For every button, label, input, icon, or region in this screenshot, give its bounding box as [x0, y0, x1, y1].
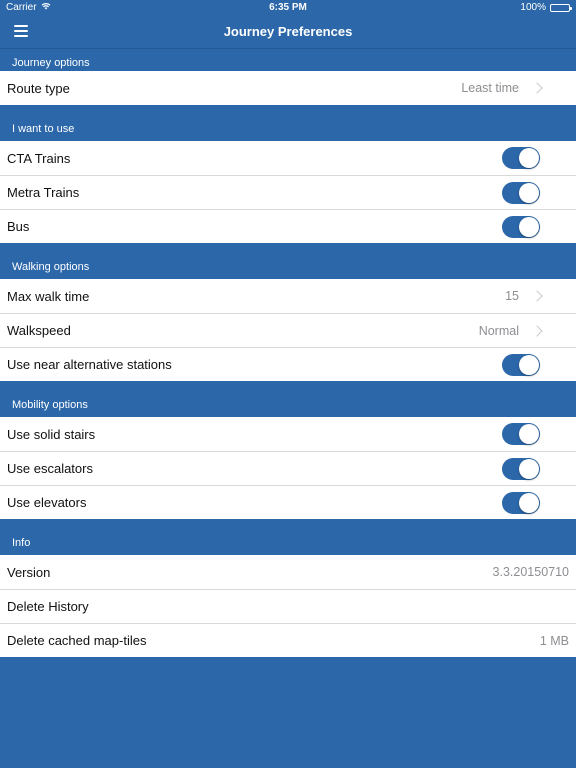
near-alternative-toggle[interactable] [502, 353, 540, 376]
chevron-right-icon [531, 290, 543, 302]
cta-trains-label: CTA Trains [7, 150, 71, 166]
group-info: Version 3.3.20150710 Delete History Dele… [0, 555, 576, 657]
walkspeed-value: Normal [478, 323, 519, 338]
cta-trains-toggle[interactable] [502, 147, 540, 169]
cta-trains-row: CTA Trains [0, 141, 576, 175]
page-title: Journey Preferences [223, 24, 353, 39]
section-header-walking: Walking options [0, 243, 576, 279]
navigation-bar: Journey Preferences [0, 16, 576, 49]
walkspeed-row[interactable]: Walkspeed Normal [0, 313, 576, 347]
battery-percent: 100% [520, 2, 546, 13]
battery-icon [550, 4, 572, 12]
escalators-toggle[interactable] [502, 457, 540, 480]
route-type-value: Least time [461, 81, 519, 95]
delete-history-label: Delete History [7, 599, 89, 614]
group-mobility: Use solid stairs Use escalators Use elev… [0, 417, 576, 519]
max-walk-time-value: 15 [505, 289, 519, 303]
group-use: CTA Trains Metra Trains Bus [0, 141, 576, 243]
metra-trains-toggle[interactable] [502, 181, 540, 204]
elevators-toggle[interactable] [502, 491, 540, 514]
version-label: Version [7, 564, 51, 580]
section-header-journey: Journey options [0, 49, 576, 71]
group-journey: Route type Least time [0, 71, 576, 105]
solid-stairs-row: Use solid stairs [0, 417, 576, 451]
delete-history-row[interactable]: Delete History [0, 589, 576, 623]
group-walking: Max walk time 15 Walkspeed Normal Use ne… [0, 279, 576, 381]
metra-trains-label: Metra Trains [7, 185, 80, 200]
chevron-right-icon [531, 82, 543, 94]
solid-stairs-toggle[interactable] [502, 423, 540, 445]
bus-toggle[interactable] [502, 215, 540, 238]
section-header-info: Info [0, 519, 576, 555]
bus-label: Bus [7, 219, 30, 234]
walkspeed-label: Walkspeed [7, 323, 71, 338]
near-alternative-row: Use near alternative stations [0, 347, 576, 381]
status-bar: Carrier 6:35 PM 100% [0, 0, 576, 16]
solid-stairs-label: Use solid stairs [7, 426, 96, 442]
escalators-row: Use escalators [0, 451, 576, 485]
elevators-row: Use elevators [0, 485, 576, 519]
section-header-mobility: Mobility options [0, 381, 576, 417]
escalators-label: Use escalators [7, 461, 93, 476]
chevron-right-icon [531, 324, 543, 337]
metra-trains-row: Metra Trains [0, 175, 576, 209]
route-type-row[interactable]: Route type Least time [0, 71, 576, 105]
route-type-label: Route type [7, 80, 70, 96]
version-value: 3.3.20150710 [492, 565, 569, 579]
max-walk-time-label: Max walk time [7, 288, 90, 304]
max-walk-time-row[interactable]: Max walk time 15 [0, 279, 576, 313]
status-right: 100% [520, 0, 572, 16]
status-time: 6:35 PM [269, 2, 307, 13]
section-header-use: I want to use [0, 105, 576, 141]
elevators-label: Use elevators [7, 495, 87, 510]
delete-map-tiles-value: 1 MB [539, 633, 569, 648]
near-alternative-label: Use near alternative stations [7, 357, 172, 372]
delete-map-tiles-label: Delete cached map-tiles [7, 633, 147, 648]
version-row: Version 3.3.20150710 [0, 555, 576, 589]
delete-map-tiles-row[interactable]: Delete cached map-tiles 1 MB [0, 623, 576, 657]
bus-row: Bus [0, 209, 576, 243]
